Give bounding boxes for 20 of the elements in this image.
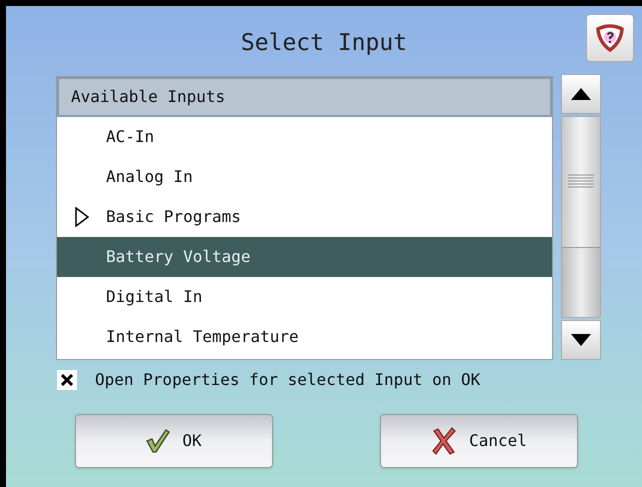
help-button[interactable] [586, 14, 634, 62]
grip-icon [568, 174, 594, 188]
cancel-button[interactable]: Cancel [380, 414, 578, 468]
down-arrow-icon [571, 334, 591, 346]
checkbox[interactable] [57, 370, 77, 390]
up-arrow-icon [571, 88, 591, 100]
list-header: Available Inputs [57, 77, 552, 117]
help-icon [595, 24, 625, 52]
window-title: Select Input [240, 28, 408, 58]
scroll-down-button[interactable] [561, 320, 601, 360]
ok-button[interactable]: OK [75, 414, 273, 468]
list-item[interactable]: Battery Voltage [57, 237, 552, 277]
checkmark-icon [146, 429, 170, 453]
expand-arrow-icon[interactable] [74, 207, 88, 227]
cross-icon [431, 427, 458, 455]
check-x-icon [61, 374, 73, 386]
scroll-thumb[interactable] [562, 247, 600, 317]
scrollbar[interactable] [561, 74, 601, 360]
checkbox-label: Open Properties for selected Input on OK [95, 369, 480, 391]
scroll-up-button[interactable] [561, 74, 601, 114]
